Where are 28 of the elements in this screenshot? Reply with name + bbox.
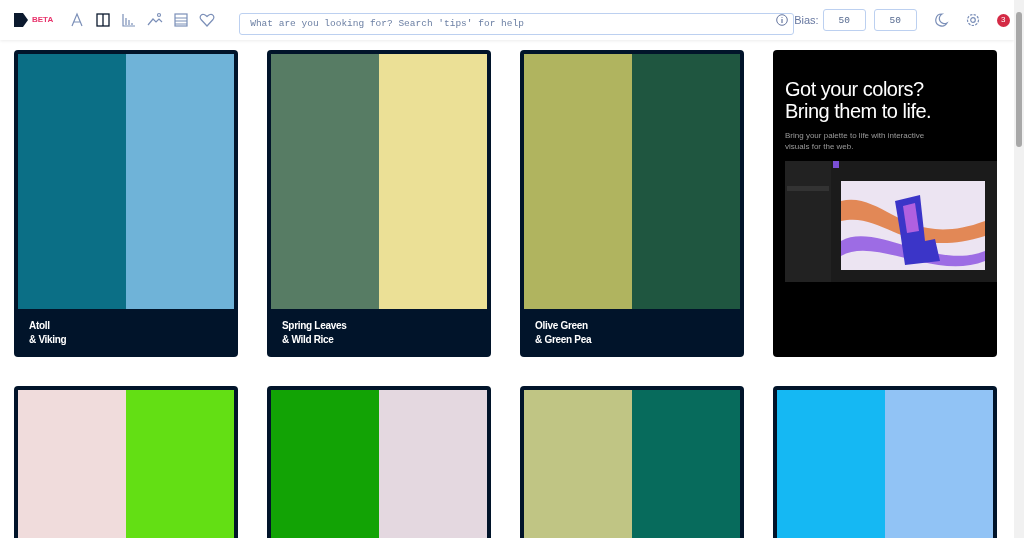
notification-badge[interactable]: 3 xyxy=(996,13,1010,27)
chart-icon[interactable] xyxy=(121,12,138,28)
info-icon[interactable] xyxy=(776,14,789,26)
palette-name: Spring Leaves xyxy=(282,319,348,333)
ad-text: Bring your palette to life with interactive visuals for the web. xyxy=(785,130,926,152)
beta-label: BETA xyxy=(32,14,54,26)
heart-icon[interactable] xyxy=(199,12,216,28)
scrollbar-thumb[interactable] xyxy=(1016,12,1022,147)
columns-icon[interactable] xyxy=(95,12,112,28)
bias-field[interactable]: 50 xyxy=(822,9,866,31)
palette-name: & Wild Rice xyxy=(282,333,335,347)
bias-label: Bias: xyxy=(794,12,819,28)
palette-card[interactable]: Olive Green & Green Pea xyxy=(520,50,744,357)
search-field[interactable]: What are you looking for? Search 'tips' for help xyxy=(239,12,795,35)
moon-icon[interactable] xyxy=(932,12,949,28)
logo-icon[interactable] xyxy=(14,13,28,27)
palette-name: Olive Green xyxy=(535,319,589,333)
settings-icon[interactable] xyxy=(964,12,981,28)
ad-title: Got your colors? Bring them to life. xyxy=(785,78,933,122)
list-icon[interactable] xyxy=(173,12,190,28)
palette-name: Atoll xyxy=(29,319,51,333)
palette-name: & Green Pea xyxy=(535,333,593,347)
bias-field[interactable]: 50 xyxy=(873,9,917,31)
palette-card[interactable]: Atoll & Viking xyxy=(14,50,238,357)
mountain-icon[interactable] xyxy=(147,12,164,28)
palette-name: & Viking xyxy=(29,333,68,347)
ad-card[interactable]: Got your colors? Bring them to life. Bring your palette to life with interactive visuals for the web. xyxy=(773,50,997,357)
palette-card[interactable]: Spring Leaves & Wild Rice xyxy=(267,50,491,357)
